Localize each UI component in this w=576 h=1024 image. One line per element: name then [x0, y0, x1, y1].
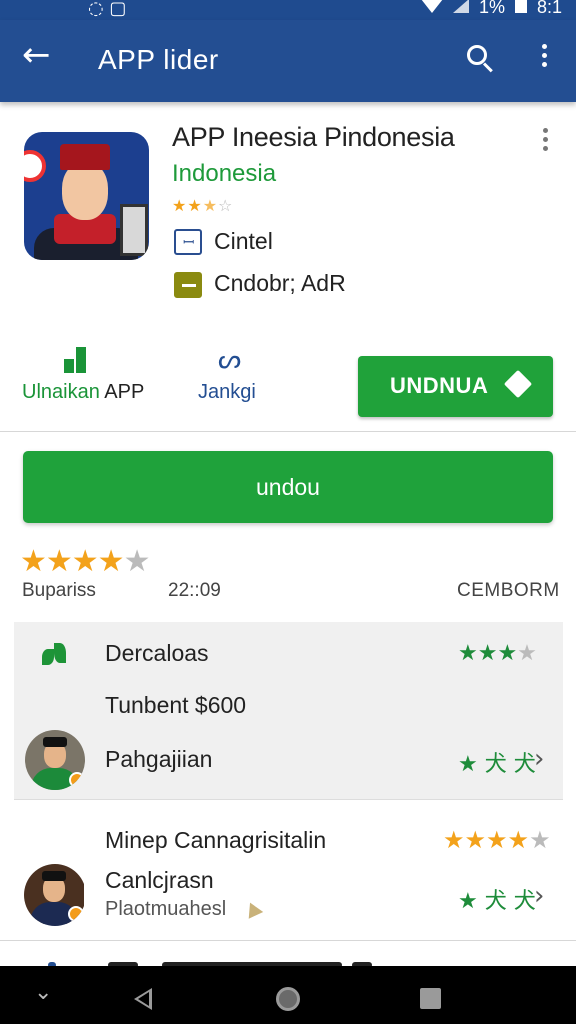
- app-bar-title: APP lider: [98, 44, 219, 75]
- share-label: Jankgi: [198, 381, 256, 403]
- app-bar: ← APP lider: [0, 20, 576, 102]
- review-title: Minep Cannagrisitalin: [105, 827, 327, 853]
- reviewer-name: Pahgajiian: [105, 746, 213, 772]
- share-icon: ᔕ: [218, 345, 242, 375]
- review-title: Dercaloas: [105, 640, 209, 666]
- ads-label: Cndobr; AdR: [214, 270, 346, 296]
- search-icon[interactable]: [465, 42, 495, 76]
- share-action[interactable]: ᔕ Jankgi: [196, 345, 286, 409]
- developer-link[interactable]: Indonesia: [172, 160, 276, 188]
- content-rating-label: Cintel: [214, 228, 273, 254]
- signal-icon: [452, 0, 469, 13]
- nav-recents-icon[interactable]: [420, 988, 441, 1009]
- status-notification-icons: ◌ ▢: [88, 0, 127, 19]
- app-title: APP Ineesia Pindonesia: [172, 122, 455, 152]
- install-button[interactable]: UNDNUA: [358, 356, 553, 417]
- nav-home-icon[interactable]: [276, 987, 300, 1011]
- rating-summary-stars: ★★★★★: [20, 544, 150, 579]
- divider: [0, 431, 576, 432]
- install-button-label: UNDNUA: [390, 373, 489, 398]
- review-stars: ★★★★: [458, 641, 537, 666]
- uninstall-icon: [64, 347, 88, 375]
- chevron-right-icon[interactable]: ›: [534, 744, 544, 774]
- avatar: [25, 730, 85, 790]
- app-icon: [24, 132, 149, 260]
- reviewer-name: Canlcjrasn: [105, 867, 214, 893]
- content-rating-icon: [174, 229, 202, 255]
- reviewer-rating: ★ 犬 犬: [458, 889, 536, 914]
- overflow-menu-icon[interactable]: [537, 44, 551, 74]
- uninstall-label: Ulnaikan APP: [22, 381, 145, 403]
- wifi-icon: [420, 0, 443, 13]
- rating-summary-tag[interactable]: CEMBORM: [457, 580, 560, 602]
- chevron-right-icon[interactable]: ›: [534, 881, 544, 911]
- battery-percent: 1%: [478, 0, 505, 17]
- flag-icon[interactable]: [242, 899, 264, 919]
- leaf-icon: [40, 641, 70, 667]
- uninstall-action[interactable]: Ulnaikan APP: [22, 345, 152, 409]
- status-time: 8:1: [536, 0, 562, 17]
- back-arrow-icon[interactable]: ←: [22, 38, 51, 72]
- divider: [0, 940, 576, 941]
- reviewer-rating: ★ 犬 犬: [458, 752, 536, 777]
- rating-summary-label: Bupariss: [22, 580, 96, 601]
- rating-summary-time: 22::09: [168, 580, 221, 601]
- app-rating-stars: ★★★☆: [172, 196, 234, 215]
- nav-back-icon[interactable]: [134, 988, 152, 1010]
- nav-collapse-icon[interactable]: ⌄: [34, 980, 52, 1005]
- avatar: [24, 864, 86, 926]
- status-right: 1% 8:1: [420, 0, 562, 18]
- review-stars: ★★★★★: [443, 826, 551, 854]
- ads-icon: [174, 272, 202, 298]
- reviewer-detail: Plaotmuahesl: [105, 898, 227, 920]
- app-menu-icon[interactable]: [538, 128, 552, 156]
- install-arrow-icon: [503, 369, 533, 399]
- system-nav-bar: ⌄: [0, 966, 576, 1024]
- status-bar: ◌ ▢ 1% 8:1: [0, 0, 576, 20]
- next-row-peek: [22, 956, 562, 966]
- battery-icon: [514, 0, 527, 13]
- install-big-button[interactable]: undou: [23, 451, 553, 523]
- review-subtitle: Tunbent $600: [105, 692, 247, 718]
